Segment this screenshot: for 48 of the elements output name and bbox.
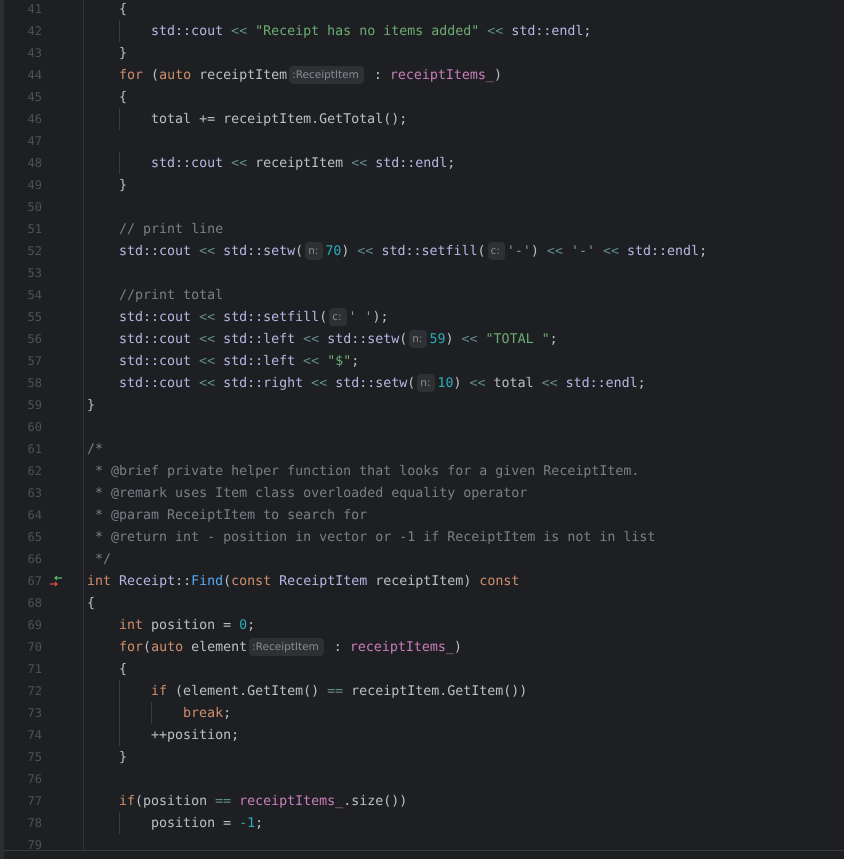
code-text: std::cout << receiptItem << std::endl; bbox=[151, 156, 456, 170]
inlay-hint: n: bbox=[305, 242, 324, 260]
code-text: break; bbox=[183, 706, 232, 720]
code-text: position = -1; bbox=[151, 816, 264, 830]
code-text: */ bbox=[95, 552, 112, 566]
code-text: { bbox=[119, 2, 128, 16]
code-text: } bbox=[119, 46, 128, 60]
code-text: : receiptItems_) bbox=[332, 640, 462, 654]
code-text: ++position; bbox=[151, 728, 240, 742]
code-text: 59) << "TOTAL "; bbox=[429, 332, 558, 346]
code-text: int Receipt::Find(const ReceiptItem receiptItem) const bbox=[87, 574, 520, 588]
code-text: * @brief private helper function that looks for a given ReceiptItem. bbox=[95, 464, 640, 478]
code-text: if(position == receiptItems_.size()) bbox=[119, 794, 408, 808]
code-text: : receiptItems_) bbox=[372, 68, 502, 82]
code-text: std::cout << std::setfill( bbox=[119, 310, 328, 324]
code-text: * @param ReceiptItem to search for bbox=[95, 508, 368, 522]
code-text: std::cout << std::setw( bbox=[119, 244, 304, 258]
override-arrows-icon[interactable] bbox=[49, 574, 63, 588]
code-text: { bbox=[119, 90, 128, 104]
code-text: /* bbox=[87, 442, 104, 456]
code-text: * @return int - position in vector or -1 if ReceiptItem is not in list bbox=[95, 530, 656, 544]
code-text: total += receiptItem.GetTotal(); bbox=[151, 112, 408, 126]
code-text: for(auto element bbox=[119, 640, 248, 654]
code-text: * @remark uses Item class overloaded equality operator bbox=[95, 486, 528, 500]
code-text: ' '); bbox=[348, 310, 389, 324]
code-text: } bbox=[119, 750, 128, 764]
code-text: //print total bbox=[119, 288, 224, 302]
code-text: std::cout << std::right << std::setw( bbox=[119, 376, 416, 390]
code-text: { bbox=[119, 662, 128, 676]
code-text: 70) << std::setfill( bbox=[325, 244, 486, 258]
inlay-hint: c: bbox=[329, 308, 347, 326]
code-text: std::cout << std::left << std::setw( bbox=[119, 332, 408, 346]
code-text: '-') << '-' << std::endl; bbox=[506, 244, 708, 258]
code-text: { bbox=[87, 596, 96, 610]
inlay-hint: :ReceiptItem bbox=[249, 638, 324, 656]
code-text: int position = 0; bbox=[119, 618, 256, 632]
code-text: } bbox=[119, 178, 128, 192]
inlay-hint: n: bbox=[409, 330, 428, 348]
code-text: for (auto receiptItem bbox=[119, 68, 288, 82]
inlay-hint: :ReceiptItem bbox=[289, 66, 364, 84]
code-text: 10) << total << std::endl; bbox=[437, 376, 646, 390]
code-text: std::cout << "Receipt has no items added" << std::endl; bbox=[151, 24, 592, 38]
code-text: } bbox=[87, 398, 96, 412]
code-text: std::cout << std::left << "$"; bbox=[119, 354, 360, 368]
code-text: if (element.GetItem() == receiptItem.GetItem()) bbox=[151, 684, 528, 698]
code-text: // print line bbox=[119, 222, 224, 236]
inlay-hint: n: bbox=[417, 374, 436, 392]
inlay-hint: c: bbox=[488, 242, 505, 260]
